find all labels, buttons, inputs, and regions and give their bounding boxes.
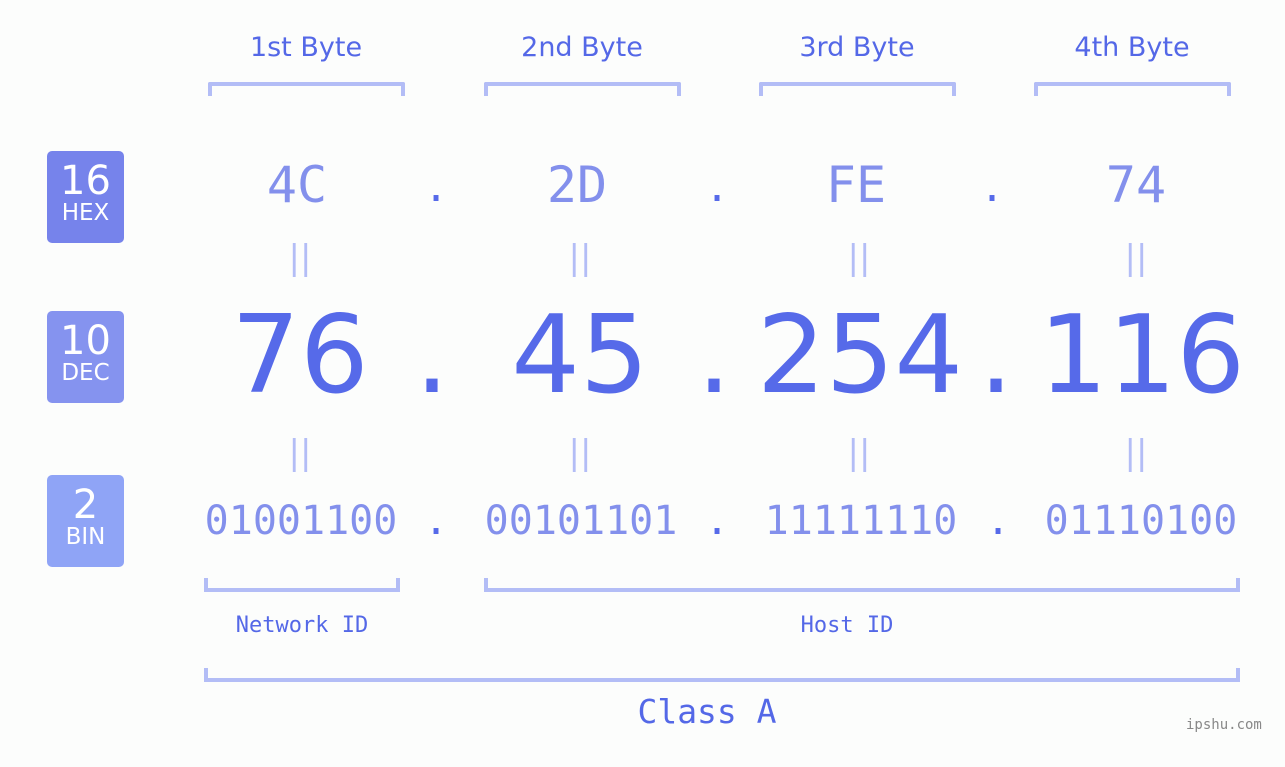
byte-bracket-4 (1034, 82, 1231, 96)
hex-dot-2: . (704, 165, 730, 211)
hex-value-4: 74 (1105, 156, 1167, 214)
equals-sign: || (568, 238, 592, 278)
hex-value-3: FE (825, 156, 887, 214)
dec-dot-3: . (978, 293, 1014, 418)
dec-dot-1: . (414, 293, 450, 418)
equals-sign: || (847, 238, 871, 278)
hex-value-1: 4C (266, 156, 328, 214)
dec-name: DEC (61, 360, 110, 386)
watermark: ipshu.com (1186, 717, 1262, 733)
bin-name: BIN (65, 524, 106, 550)
byte-bracket-3 (759, 82, 956, 96)
equals-sign: || (288, 238, 312, 278)
hex-name: HEX (61, 200, 110, 226)
hex-base: 16 (60, 158, 111, 204)
byte-header-1: 1st Byte (249, 32, 363, 63)
equals-sign: || (568, 433, 592, 473)
bin-base: 2 (72, 482, 99, 528)
class-label: Class A (637, 692, 777, 731)
bin-dot-3: . (985, 498, 1011, 544)
dec-badge: 10 DEC (47, 311, 124, 403)
equals-sign: || (1124, 433, 1148, 473)
byte-header-4: 4th Byte (1074, 32, 1190, 63)
bin-dot-1: . (423, 498, 449, 544)
hex-value-2: 2D (546, 156, 608, 214)
bin-dot-2: . (704, 498, 730, 544)
dec-dot-2: . (696, 293, 732, 418)
network-id-label: Network ID (235, 613, 369, 638)
byte-bracket-2 (484, 82, 681, 96)
bin-value-4: 01110100 (1044, 498, 1238, 544)
hex-badge: 16 HEX (47, 151, 124, 243)
class-bracket (204, 668, 1240, 682)
byte-header-3: 3rd Byte (799, 32, 915, 63)
bin-value-3: 11111110 (764, 498, 958, 544)
bin-badge: 2 BIN (47, 475, 124, 567)
host-id-bracket (484, 578, 1240, 592)
network-id-bracket (204, 578, 400, 592)
bin-value-1: 01001100 (204, 498, 398, 544)
dec-value-2: 45 (511, 293, 649, 418)
hex-dot-1: . (423, 165, 449, 211)
byte-header-2: 2nd Byte (521, 32, 643, 63)
dec-value-1: 76 (231, 293, 369, 418)
equals-sign: || (1124, 238, 1148, 278)
bin-value-2: 00101101 (484, 498, 678, 544)
dec-value-4: 116 (1038, 293, 1246, 418)
equals-sign: || (288, 433, 312, 473)
dec-value-3: 254 (756, 293, 964, 418)
dec-base: 10 (60, 318, 111, 364)
byte-bracket-1 (208, 82, 405, 96)
host-id-label: Host ID (800, 613, 894, 638)
hex-dot-3: . (979, 165, 1005, 211)
equals-sign: || (847, 433, 871, 473)
